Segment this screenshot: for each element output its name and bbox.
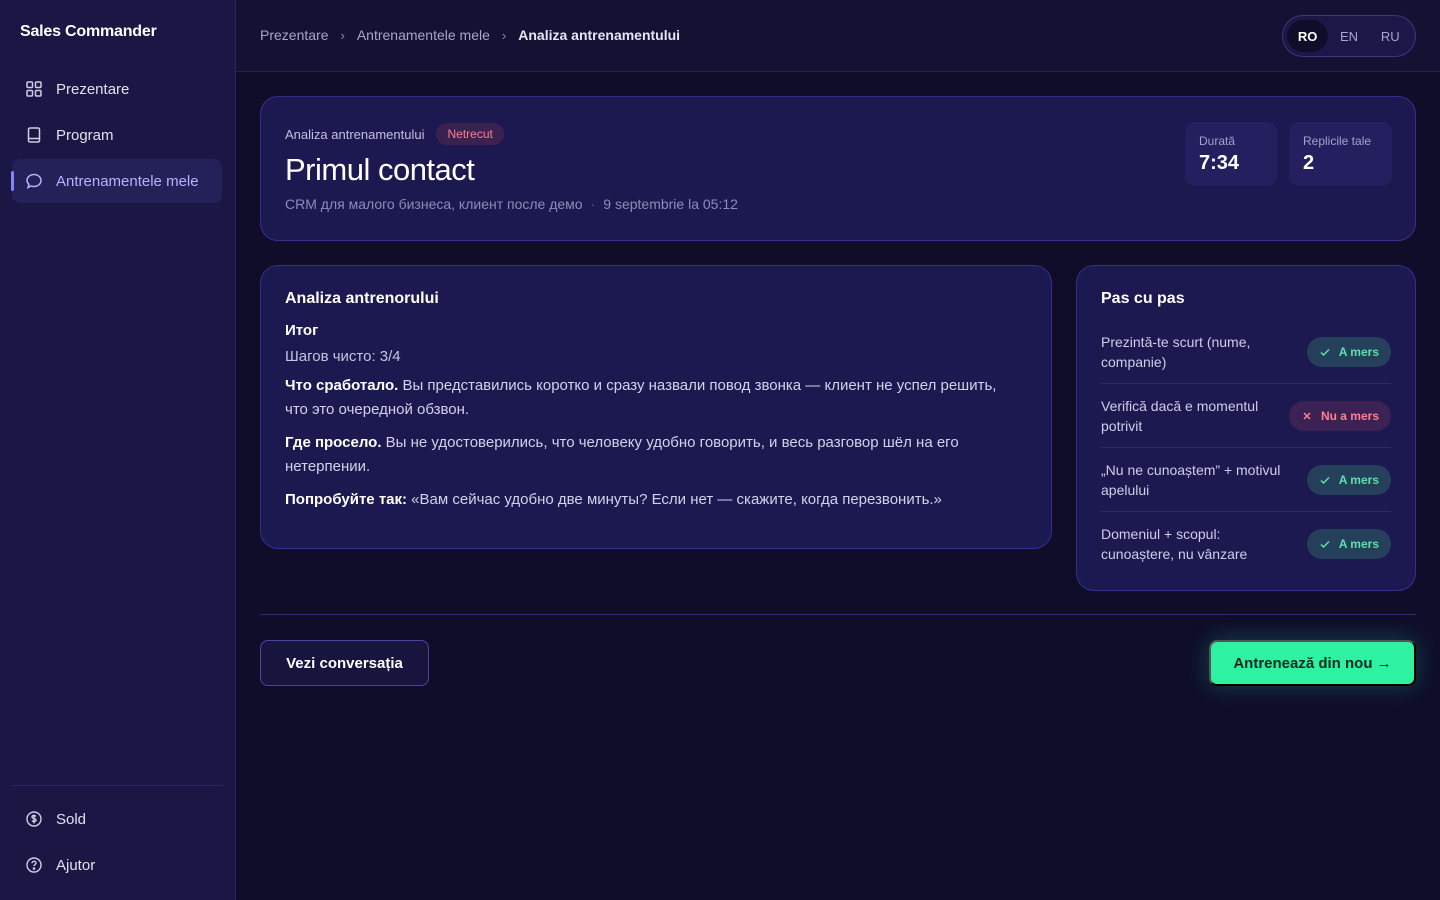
chevron-right-icon: › <box>501 27 507 43</box>
step-status-label: A mers <box>1338 472 1379 487</box>
view-conversation-button[interactable]: Vezi conversația <box>260 640 429 686</box>
header-label: Analiza antrenamentului <box>285 126 425 142</box>
step-text: Prezintă-te scurt (nume, companie) <box>1101 333 1251 370</box>
sidebar-item-label: Program <box>56 126 114 144</box>
chat-bubble-icon <box>25 172 43 190</box>
language-option-ru[interactable]: RU <box>1370 20 1411 52</box>
book-icon <box>25 126 43 144</box>
step-text: Verifică dacă e momentul potrivit <box>1101 397 1259 434</box>
sidebar-item-sold[interactable]: Sold <box>12 797 222 841</box>
step-item: Domeniul + scopul: cunoaștere, nu vânzar… <box>1101 512 1391 576</box>
step-item: Verifică dacă e momentul potrivit Nu a m… <box>1101 384 1391 448</box>
sidebar-nav: Prezentare Program Antrenamentele mele <box>11 67 222 205</box>
analysis-suggestion: Попробуйте так: «Вам сейчас удобно две м… <box>285 488 1015 512</box>
status-badge: Netrecut <box>436 123 504 145</box>
analysis-failed: Где просело. Вы не удостоверились, что ч… <box>285 431 1015 479</box>
top-bar: Prezentare › Antrenamentele mele › Anali… <box>236 0 1440 72</box>
page-title: Primul contact <box>285 152 475 187</box>
worked-label: Что сработало. <box>285 377 399 394</box>
stat-value: 2 <box>1303 152 1315 174</box>
app-logo[interactable]: Sales Commander <box>20 23 157 41</box>
chevron-right-icon: › <box>340 27 345 43</box>
breadcrumb-item[interactable]: Antrenamentele mele <box>357 27 490 43</box>
summary-heading: Итог <box>285 322 319 339</box>
step-status-badge: A mers <box>1306 336 1391 367</box>
dollar-circle-icon <box>25 810 43 828</box>
failed-text: Вы не удостоверились, что человеку удобн… <box>285 434 959 475</box>
stat-value: 7:34 <box>1199 152 1240 174</box>
check-icon <box>1319 538 1331 550</box>
sidebar-item-label: Prezentare <box>56 80 130 98</box>
sidebar-item-prezentare[interactable]: Prezentare <box>12 67 222 111</box>
stat-label: Durată <box>1199 134 1236 148</box>
step-status-label: Nu a mers <box>1320 408 1379 423</box>
sidebar-item-ajutor[interactable]: Ajutor <box>12 843 222 887</box>
close-icon <box>1301 410 1313 422</box>
sidebar-item-label: Antrenamentele mele <box>56 172 199 190</box>
steps-summary: Шагов чисто: 3/4 <box>285 348 401 365</box>
stat-replies: Replicile tale 2 <box>1289 122 1392 186</box>
step-status-label: A mers <box>1338 344 1379 359</box>
training-meta: CRM для малого бизнеса, клиент после дем… <box>285 196 738 212</box>
help-circle-icon <box>25 856 43 874</box>
language-option-ro[interactable]: RO <box>1287 20 1329 52</box>
training-header-card: Analiza antrenamentului Netrecut Primul … <box>260 96 1416 241</box>
step-status-label: A mers <box>1338 537 1379 551</box>
breadcrumb-item[interactable]: Prezentare <box>260 27 328 43</box>
sidebar-bottom-nav: Sold Ajutor <box>12 797 222 889</box>
failed-label: Где просело. <box>285 434 382 451</box>
step-text: „Nu ne cunoaștem” + motivul apelului <box>1101 461 1281 498</box>
sidebar: Sales Commander Prezentare Program Antre… <box>0 0 236 900</box>
step-item: „Nu ne cunoaștem” + motivul apelului A m… <box>1101 448 1391 512</box>
separator-dot: · <box>590 196 596 212</box>
scenario-text: CRM для малого бизнеса, клиент после дем… <box>285 196 583 212</box>
retrain-button[interactable]: Antrenează din nou → <box>1209 640 1416 686</box>
grid-icon <box>25 80 43 98</box>
language-switcher: RO EN RU <box>1282 15 1416 57</box>
check-icon <box>1319 474 1331 486</box>
step-status-badge: A mers <box>1306 529 1391 559</box>
step-by-step-card: Pas cu pas Prezintă-te scurt (nume, comp… <box>1076 265 1416 591</box>
sidebar-item-antrenamentele-mele[interactable]: Antrenamentele mele <box>11 159 222 203</box>
stat-duration: Durată 7:34 <box>1185 122 1277 186</box>
sidebar-item-label: Ajutor <box>56 856 96 874</box>
coach-analysis-card: Analiza antrenorului Итог Шагов чисто: 3… <box>260 265 1052 549</box>
analysis-worked: Что сработало. Вы представились коротко … <box>285 374 1015 422</box>
step-item: Prezintă-te scurt (nume, companie) A mer… <box>1101 320 1391 384</box>
sidebar-item-program[interactable]: Program <box>12 113 222 157</box>
content-divider <box>260 614 1416 615</box>
try-text: «Вам сейчас удобно две минуты? Если нет … <box>407 491 942 508</box>
sidebar-item-label: Sold <box>56 810 87 828</box>
step-list: Prezintă-te scurt (nume, companie) A mer… <box>1101 320 1391 576</box>
try-label: Попробуйте так: <box>285 491 408 508</box>
breadcrumb-current: Analiza antrenamentului <box>518 27 681 43</box>
step-status-badge: Nu a mers <box>1288 400 1391 431</box>
training-date: 9 septembrie la 05:12 <box>603 196 738 212</box>
card-title: Analiza antrenorului <box>285 290 439 307</box>
analysis-body: Итог Шагов чисто: 3/4 Что сработало. Вы … <box>285 322 1015 512</box>
language-option-en[interactable]: EN <box>1328 20 1369 52</box>
sidebar-divider <box>12 785 223 786</box>
step-status-badge: A mers <box>1306 464 1391 495</box>
breadcrumb: Prezentare › Antrenamentele mele › Anali… <box>260 27 680 43</box>
stat-label: Replicile tale <box>1303 134 1372 148</box>
step-text: Domeniul + scopul: cunoaștere, nu vânzar… <box>1101 526 1248 562</box>
card-title: Pas cu pas <box>1101 290 1185 307</box>
check-icon <box>1319 346 1331 358</box>
